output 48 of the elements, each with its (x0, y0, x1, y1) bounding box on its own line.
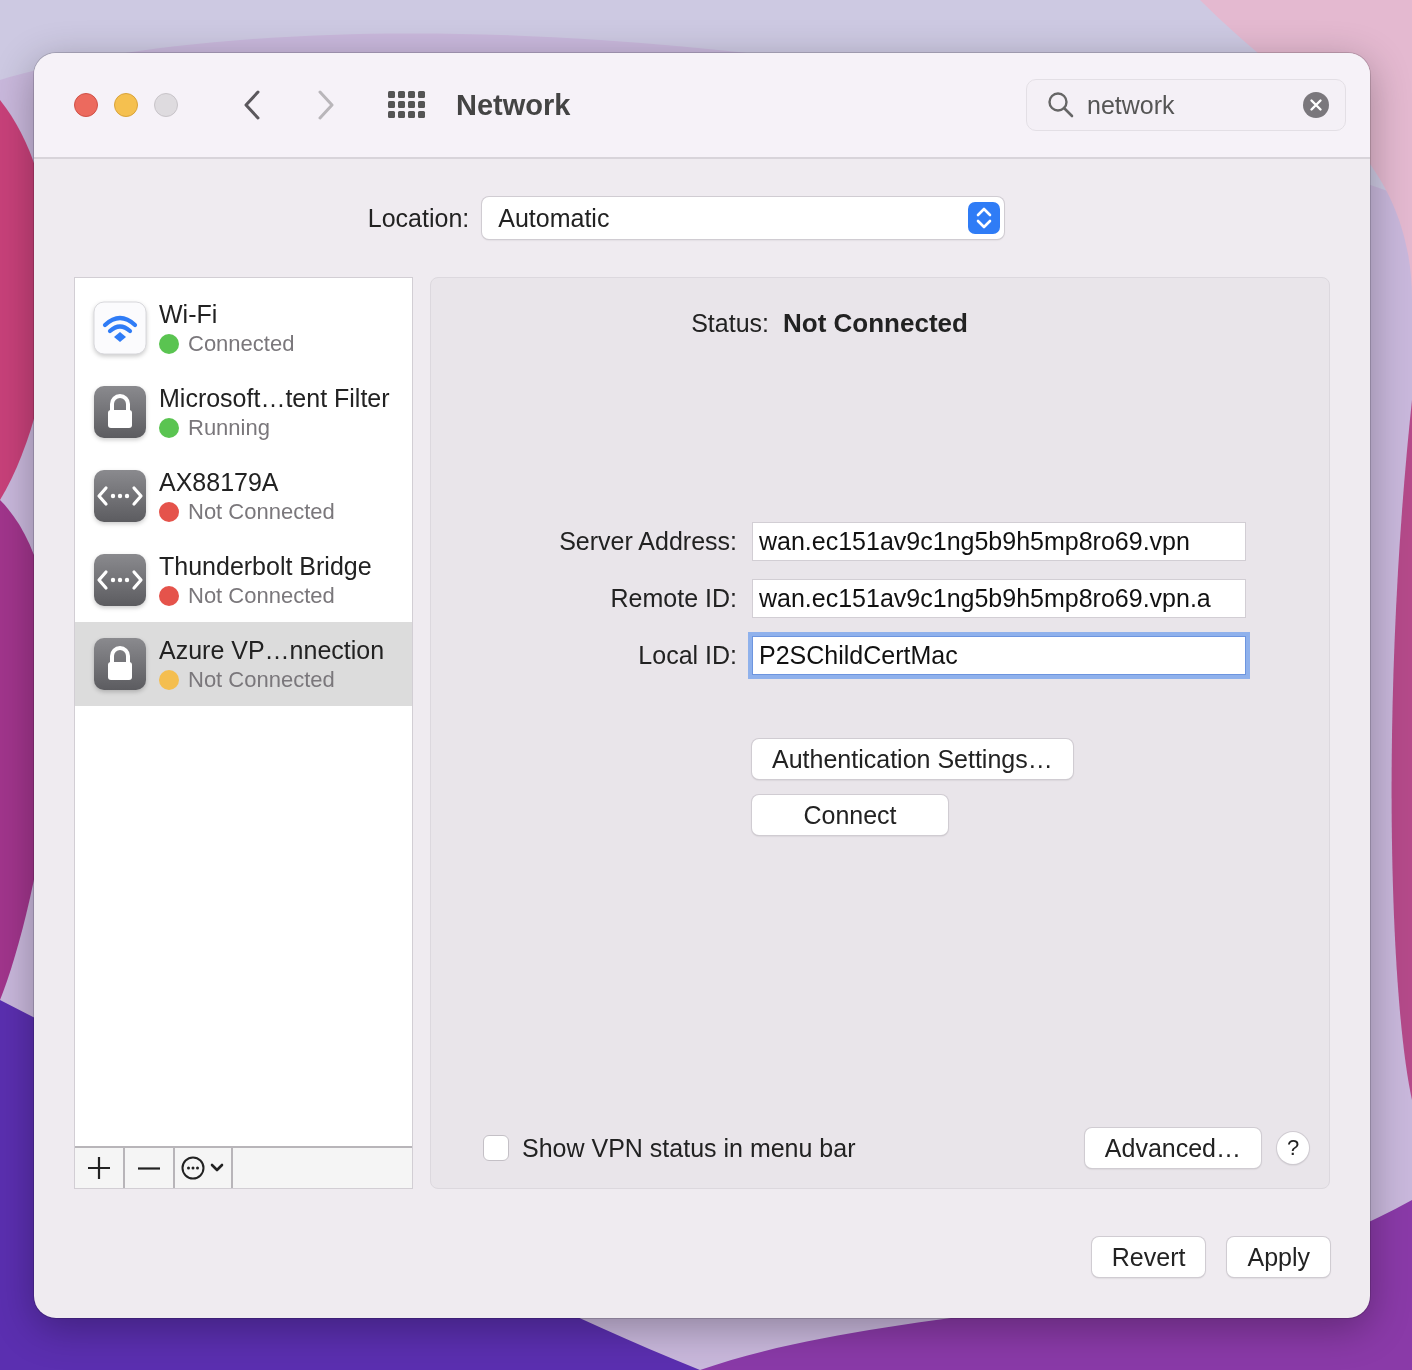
plus-icon (87, 1156, 111, 1180)
service-status: Running (188, 414, 270, 441)
location-label: Location: (367, 203, 470, 233)
clear-icon[interactable] (1303, 92, 1329, 118)
field-label: Local ID: (637, 641, 737, 670)
service-name: Azure VP…nnection (159, 635, 385, 665)
text-field[interactable]: P2SChildCertMac (752, 636, 1246, 675)
service-status: Not Connected (188, 582, 335, 609)
service-status: Not Connected (188, 498, 335, 525)
network-port-icon (93, 469, 147, 523)
connect-button[interactable]: Connect (752, 795, 948, 835)
minus-icon (138, 1166, 160, 1170)
service-item[interactable]: AX88179A Not Connected (75, 454, 412, 538)
location-popup[interactable]: Automatic (482, 197, 1005, 239)
service-name: Thunderbolt Bridge (159, 551, 372, 581)
text-field[interactable]: wan.ec151av9c1ng5b9h5mp8ro69.vpn (752, 522, 1246, 561)
field-label: Server Address: (558, 527, 737, 556)
advanced-button[interactable]: Advanced… (1084, 1128, 1261, 1168)
more-icon (180, 1155, 226, 1181)
apply-button[interactable]: Apply (1227, 1237, 1330, 1277)
search-icon (1047, 91, 1075, 119)
vpn-status-checkbox[interactable]: Show VPN status in menu bar (483, 1133, 1085, 1163)
search-box[interactable]: network (1026, 79, 1346, 131)
service-item[interactable]: Thunderbolt Bridge Not Connected (75, 538, 412, 622)
service-item[interactable]: Azure VP…nnection Not Connected (75, 622, 412, 706)
stepper-icon (968, 202, 1001, 234)
service-status: Connected (188, 330, 295, 357)
wifi-icon (93, 301, 147, 355)
help-button[interactable]: ? (1277, 1132, 1309, 1164)
network-port-icon (93, 553, 147, 607)
authentication-settings-button[interactable]: Authentication Settings… (752, 739, 1073, 779)
window-title: Network (456, 88, 572, 122)
text-field[interactable]: wan.ec151av9c1ng5b9h5mp8ro69.vpn.a (752, 579, 1246, 618)
service-item[interactable]: Wi-Fi Connected (75, 286, 412, 370)
close-button[interactable] (74, 93, 98, 117)
status-label: Status: (690, 309, 769, 338)
service-name: AX88179A (159, 467, 280, 497)
revert-button[interactable]: Revert (1091, 1237, 1206, 1277)
service-status: Not Connected (188, 666, 335, 693)
service-item[interactable]: Microsoft…tent Filter Running (75, 370, 412, 454)
grid-icon[interactable] (388, 91, 426, 119)
lock-icon (93, 385, 147, 439)
field-label: Remote ID: (609, 584, 737, 613)
search-field[interactable]: network (1087, 90, 1291, 120)
service-name: Wi-Fi (159, 299, 219, 329)
lock-icon (93, 637, 147, 691)
status-value: Not Connected (783, 308, 968, 339)
service-name: Microsoft…tent Filter (159, 383, 390, 413)
